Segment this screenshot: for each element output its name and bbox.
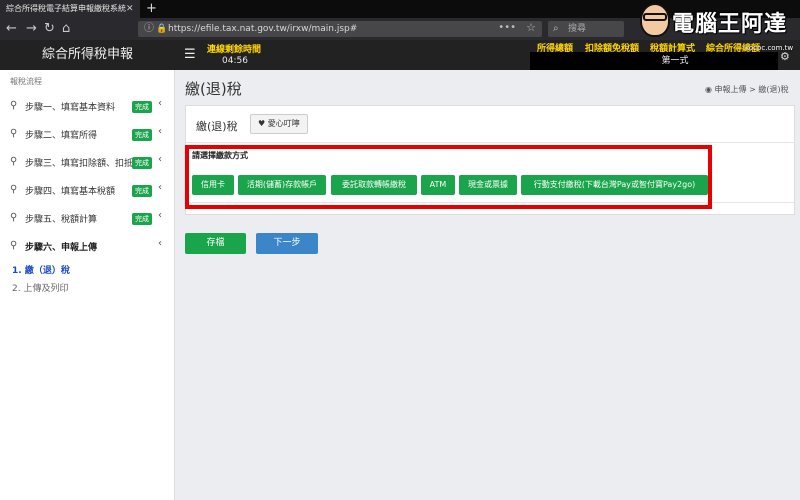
- sidebar-item-label: 步驟二、填寫所得: [25, 131, 98, 141]
- watermark-glasses-icon: [643, 13, 667, 21]
- close-tab-icon[interactable]: ✕: [126, 0, 134, 18]
- link-icon: ⚲: [10, 240, 18, 251]
- love-reminder-label: 愛心叮嚀: [267, 119, 300, 128]
- sidebar-item-label: 步驟四、填寫基本稅額: [25, 187, 116, 197]
- status-badge: 完成: [132, 213, 152, 225]
- panel-divider: [186, 142, 794, 143]
- link-icon: ⚲: [10, 100, 18, 111]
- browser-tab[interactable]: 綜合所得稅電子結算申報繳稅系統 ✕: [0, 0, 140, 18]
- breadcrumb: ◉ 申報上傳 > 繳(退)稅: [705, 84, 789, 95]
- watermark-logo-text: 電腦王阿達: [672, 12, 788, 37]
- pay-credit-card-button[interactable]: 信用卡: [192, 175, 234, 195]
- save-button[interactable]: 存檔: [185, 233, 246, 254]
- pay-cash-check-button[interactable]: 現金或票據: [459, 175, 517, 195]
- page-actions-icon[interactable]: •••: [498, 20, 516, 36]
- lock-icon: 🔒: [156, 24, 168, 34]
- address-url: https://efile.tax.nat.gov.tw/irxw/main.j…: [168, 24, 358, 34]
- chevron-left-icon[interactable]: ‹: [158, 126, 162, 137]
- sidebar-item-step2[interactable]: ⚲ 步驟二、填寫所得 完成 ‹: [0, 122, 174, 148]
- sidebar-item-label: 步驟一、填寫基本資料: [25, 103, 116, 113]
- session-remaining-label: 連線剩餘時間: [207, 45, 262, 55]
- breadcrumb-root[interactable]: 申報上傳: [715, 85, 747, 94]
- status-badge: 完成: [132, 101, 152, 113]
- search-placeholder: 搜尋: [568, 24, 587, 34]
- link-icon: ⚲: [10, 156, 18, 167]
- status-badge: 完成: [132, 185, 152, 197]
- sidebar-item-label: 步驟六、申報上傳: [25, 243, 98, 253]
- search-input[interactable]: ⌕ 搜尋: [548, 21, 624, 37]
- sidebar-heading: 報稅流程: [10, 77, 42, 86]
- sidebar-item-label: 步驟五、稅額計算: [25, 215, 98, 225]
- sidebar-item-step1[interactable]: ⚲ 步驟一、填寫基本資料 完成 ‹: [0, 94, 174, 120]
- filing-type: 第一式: [661, 56, 689, 66]
- pay-savings-account-button[interactable]: 活期(儲蓄)存款帳戶: [238, 175, 326, 195]
- sidebar: 報稅流程 ⚲ 步驟一、填寫基本資料 完成 ‹ ⚲ 步驟二、填寫所得 完成 ‹ ⚲…: [0, 70, 175, 500]
- pay-mobile-button[interactable]: 行動支付繳稅(下載台灣Pay或智付寶Pay2go): [521, 175, 708, 195]
- link-icon: ⚲: [10, 184, 18, 195]
- sidebar-item-step5[interactable]: ⚲ 步驟五、稅額計算 完成 ‹: [0, 206, 174, 232]
- search-icon: ⌕: [553, 23, 559, 34]
- chevron-left-icon[interactable]: ‹: [158, 98, 162, 109]
- forward-arrow-icon[interactable]: →: [26, 20, 37, 38]
- home-icon[interactable]: ⌂: [62, 20, 70, 38]
- sidebar-subitem-upload-print[interactable]: 2. 上傳及列印: [12, 281, 68, 294]
- reload-icon[interactable]: ↻: [44, 20, 55, 38]
- love-reminder-button[interactable]: ♥ 愛心叮嚀: [250, 114, 308, 134]
- chevron-left-icon[interactable]: ‹: [158, 238, 162, 249]
- panel-title: 繳(退)稅: [196, 120, 238, 133]
- address-bar[interactable]: ⓘ 🔒 https://efile.tax.nat.gov.tw/irxw/ma…: [138, 21, 542, 37]
- info-icon[interactable]: ⓘ: [144, 21, 154, 37]
- back-arrow-icon[interactable]: ←: [6, 20, 17, 38]
- browser-tab-title: 綜合所得稅電子結算申報繳稅系統: [6, 4, 126, 13]
- link-icon: ⚲: [10, 128, 18, 139]
- chevron-left-icon[interactable]: ‹: [158, 154, 162, 165]
- sidebar-item-step4[interactable]: ⚲ 步驟四、填寫基本稅額 完成 ‹: [0, 178, 174, 204]
- next-step-button[interactable]: 下一步: [256, 233, 318, 254]
- page-title: 繳(退)稅: [185, 80, 242, 98]
- payment-method-label: 請選擇繳款方式: [192, 151, 248, 160]
- pay-atm-button[interactable]: ATM: [421, 175, 455, 195]
- dashboard-icon: ◉: [705, 85, 712, 94]
- status-badge: 完成: [132, 129, 152, 141]
- chevron-left-icon[interactable]: ‹: [158, 210, 162, 221]
- session-remaining-time: 04:56: [222, 56, 248, 66]
- hamburger-menu-icon[interactable]: ☰: [184, 40, 196, 70]
- chevron-left-icon[interactable]: ‹: [158, 182, 162, 193]
- sidebar-subitem-pay-refund[interactable]: 1. 繳（退）稅: [12, 263, 70, 276]
- sidebar-item-step6[interactable]: ⚲ 步驟六、申報上傳 ‹: [0, 234, 174, 260]
- heart-icon: ♥: [258, 119, 266, 128]
- status-badge: 完成: [132, 157, 152, 169]
- link-icon: ⚲: [10, 212, 18, 223]
- new-tab-button[interactable]: +: [146, 0, 157, 17]
- sidebar-item-step3[interactable]: ⚲ 步驟三、填寫扣除額、扣抵 完成 ‹: [0, 150, 174, 176]
- breadcrumb-separator: >: [749, 85, 756, 94]
- watermark-url: kocpc.com.tw: [745, 44, 794, 52]
- breadcrumb-current: 繳(退)稅: [758, 85, 789, 94]
- bookmark-star-icon[interactable]: ☆: [526, 20, 536, 36]
- app-brand[interactable]: 綜合所得稅申報: [0, 40, 175, 70]
- sidebar-item-label: 步驟三、填寫扣除額、扣抵: [25, 159, 134, 169]
- pay-direct-debit-button[interactable]: 委託取款轉帳繳稅: [331, 175, 417, 195]
